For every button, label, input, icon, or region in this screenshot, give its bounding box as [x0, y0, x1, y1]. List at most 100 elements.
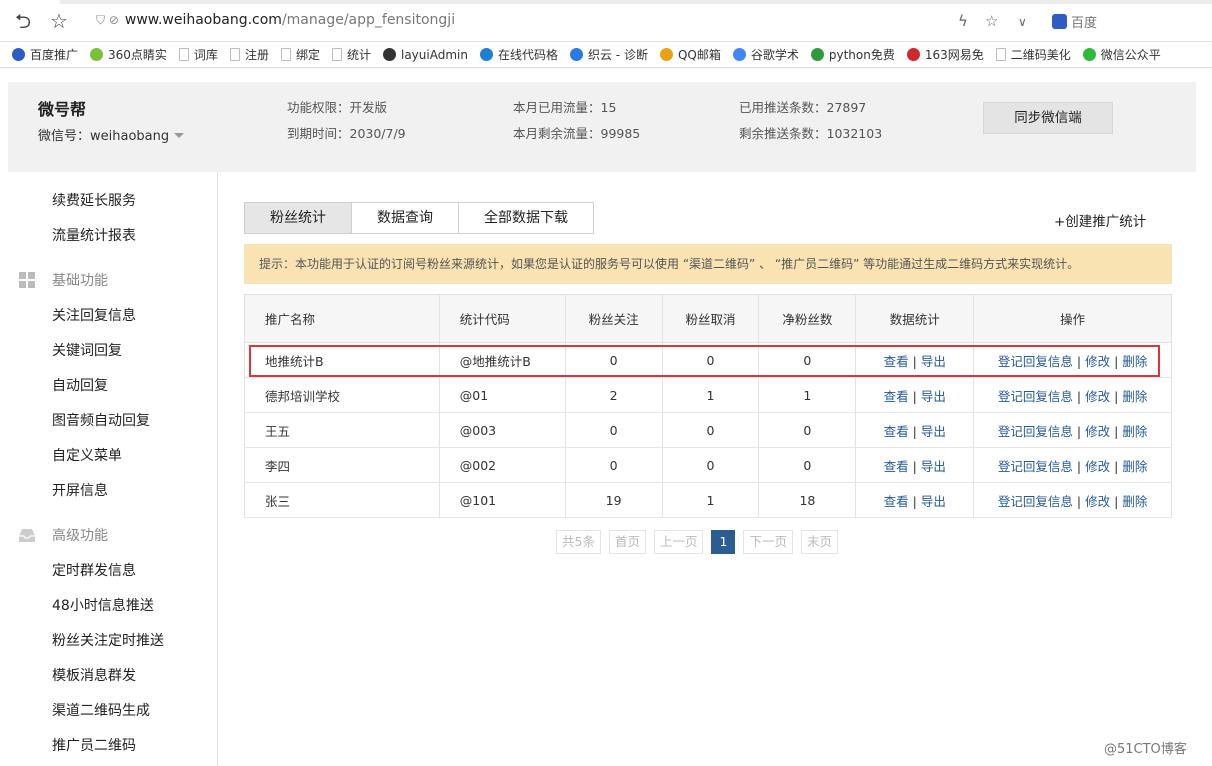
bookmark-item[interactable]: 在线代码格 [479, 42, 558, 67]
bookmark-item[interactable]: 统计 [331, 42, 371, 67]
delete-link[interactable]: 删除 [1122, 424, 1147, 439]
favorite-star-icon[interactable]: ☆ [48, 10, 70, 32]
bookmark-item[interactable]: python免费 [810, 42, 895, 67]
export-link[interactable]: 导出 [921, 459, 946, 474]
register-reply-link[interactable]: 登记回复信息 [998, 424, 1073, 439]
bookmark-item[interactable]: 注册 [229, 42, 269, 67]
page-next-button[interactable]: 下一页 [743, 530, 793, 554]
wechat-id-selector[interactable]: 微信号：weihaobang [38, 125, 185, 144]
cell-code: @01 [439, 377, 566, 413]
edit-link[interactable]: 修改 [1085, 354, 1110, 369]
bookmark-item[interactable]: 谷歌学术 [732, 42, 799, 67]
edit-link[interactable]: 修改 [1085, 494, 1110, 509]
bookmark-item[interactable]: 二维码美化 [995, 42, 1071, 67]
view-link[interactable]: 查看 [884, 354, 909, 369]
tab-fans-stats[interactable]: 粉丝统计 [245, 203, 352, 233]
layui-icon [382, 48, 396, 61]
bookmark-label: 谷歌学术 [750, 48, 799, 62]
col-header-follow: 粉丝关注 [565, 294, 663, 343]
export-link[interactable]: 导出 [921, 424, 946, 439]
view-link[interactable]: 查看 [884, 494, 909, 509]
table-row: 地推统计B @地推统计B 0 0 0 查看 | 导出 登记回复信息 | 修改 | 删除 [244, 342, 1172, 378]
security-shield-icon: ⛉ ⊘ [96, 13, 119, 27]
cell-cancel: 0 [662, 342, 760, 378]
bookmark-item[interactable]: 百度推广 [12, 42, 79, 67]
cell-stats: 查看 | 导出 [855, 447, 975, 483]
page-icon [331, 48, 342, 61]
inbox-icon [19, 529, 35, 542]
bookmark-item[interactable]: 360点睛实 [90, 42, 167, 67]
register-reply-link[interactable]: 登记回复信息 [998, 494, 1073, 509]
cell-code: @地推统计B [439, 342, 566, 378]
sidebar-item-48h-push[interactable]: 48小时信息推送 [52, 595, 154, 615]
cell-stats: 查看 | 导出 [855, 412, 975, 448]
chevron-down-icon[interactable]: ∨ [1018, 15, 1027, 29]
tab-download-all[interactable]: 全部数据下载 [459, 203, 593, 233]
delete-link[interactable]: 删除 [1122, 459, 1147, 474]
page-current[interactable]: 1 [711, 530, 736, 554]
export-link[interactable]: 导出 [921, 389, 946, 404]
sidebar-item-auto-reply[interactable]: 自动回复 [52, 375, 108, 395]
lightning-icon[interactable]: ϟ [958, 12, 968, 30]
bookmark-item[interactable]: 织云 - 诊断 [569, 42, 648, 67]
bookmark-item[interactable]: 微信公众平 [1082, 42, 1161, 67]
sidebar-item-traffic-report[interactable]: 流量统计报表 [52, 225, 136, 245]
delete-link[interactable]: 删除 [1122, 494, 1147, 509]
sidebar-item-follow-timed-push[interactable]: 粉丝关注定时推送 [52, 630, 164, 650]
bookmarks-bar: 百度推广 360点睛实 词库 注册 绑定 统计 layuiAdmin 在线代码格 织云 - 诊断… [0, 42, 1212, 68]
sidebar-item-promoter-qr[interactable]: 推广员二维码 [52, 735, 136, 755]
bookmark-item[interactable]: 163网易免 [906, 42, 984, 67]
url-field[interactable]: ⛉ ⊘ www.weihaobang.com/manage/app_fensito… [96, 12, 455, 28]
page-icon [229, 48, 240, 61]
tab-bar: 粉丝统计 数据查询 全部数据下载 [244, 202, 594, 234]
register-reply-link[interactable]: 登记回复信息 [998, 354, 1073, 369]
sidebar-item-media-reply[interactable]: 图音频自动回复 [52, 410, 150, 430]
page-icon [178, 48, 189, 61]
sidebar-item-splash[interactable]: 开屏信息 [52, 480, 108, 500]
bookmark-star-icon[interactable]: ☆ [985, 12, 998, 30]
grid-icon [19, 272, 35, 288]
sidebar-group-basic: 基础功能 [18, 270, 108, 290]
export-link[interactable]: 导出 [921, 354, 946, 369]
search-engine-box[interactable]: 百度 [1052, 12, 1097, 31]
remaining-push-text: 剩余推送条数：1032103 [739, 126, 883, 141]
cell-follow: 2 [565, 377, 663, 413]
edit-link[interactable]: 修改 [1085, 459, 1110, 474]
page-prev-button[interactable]: 上一页 [653, 530, 704, 554]
bookmark-item[interactable]: 绑定 [280, 42, 320, 67]
bookmark-label: 百度推广 [30, 48, 79, 62]
bookmark-item[interactable]: 词库 [178, 42, 218, 67]
sidebar-item-channel-qr[interactable]: 渠道二维码生成 [52, 700, 150, 720]
sidebar-item-custom-menu[interactable]: 自定义菜单 [52, 445, 122, 465]
sidebar-item-renew[interactable]: 续费延长服务 [52, 190, 136, 210]
page-first-button[interactable]: 首页 [608, 530, 646, 554]
sidebar-item-keyword-reply[interactable]: 关键词回复 [52, 340, 122, 360]
view-link[interactable]: 查看 [884, 389, 909, 404]
create-promotion-link[interactable]: +创建推广统计 [1054, 210, 1146, 230]
sidebar: 续费延长服务 流量统计报表 基础功能 关注回复信息 关键词回复 自动回复 图音频… [8, 172, 218, 766]
sidebar-item-scheduled-mass[interactable]: 定时群发信息 [52, 560, 136, 580]
cell-stats: 查看 | 导出 [855, 342, 975, 378]
bookmark-label: 统计 [346, 48, 371, 62]
view-link[interactable]: 查看 [884, 459, 909, 474]
page-last-button[interactable]: 末页 [800, 530, 838, 554]
cell-follow: 0 [565, 447, 663, 483]
register-reply-link[interactable]: 登记回复信息 [998, 389, 1073, 404]
view-link[interactable]: 查看 [884, 424, 909, 439]
sidebar-item-follow-reply[interactable]: 关注回复信息 [52, 305, 136, 325]
register-reply-link[interactable]: 登记回复信息 [998, 459, 1073, 474]
delete-link[interactable]: 删除 [1122, 354, 1147, 369]
sidebar-item-template-mass[interactable]: 模板消息群发 [52, 665, 136, 685]
edit-link[interactable]: 修改 [1085, 424, 1110, 439]
edit-link[interactable]: 修改 [1085, 389, 1110, 404]
export-link[interactable]: 导出 [921, 494, 946, 509]
delete-link[interactable]: 删除 [1122, 389, 1147, 404]
back-icon[interactable]: ⮌ [12, 10, 34, 32]
cell-name: 张三 [244, 482, 440, 518]
page-icon [280, 48, 291, 61]
cell-follow: 0 [565, 412, 663, 448]
bookmark-item[interactable]: QQ邮箱 [659, 42, 721, 67]
sync-wechat-button[interactable]: 同步微信端 [983, 102, 1113, 134]
tab-data-query[interactable]: 数据查询 [352, 203, 459, 233]
bookmark-item[interactable]: layuiAdmin [382, 42, 468, 67]
